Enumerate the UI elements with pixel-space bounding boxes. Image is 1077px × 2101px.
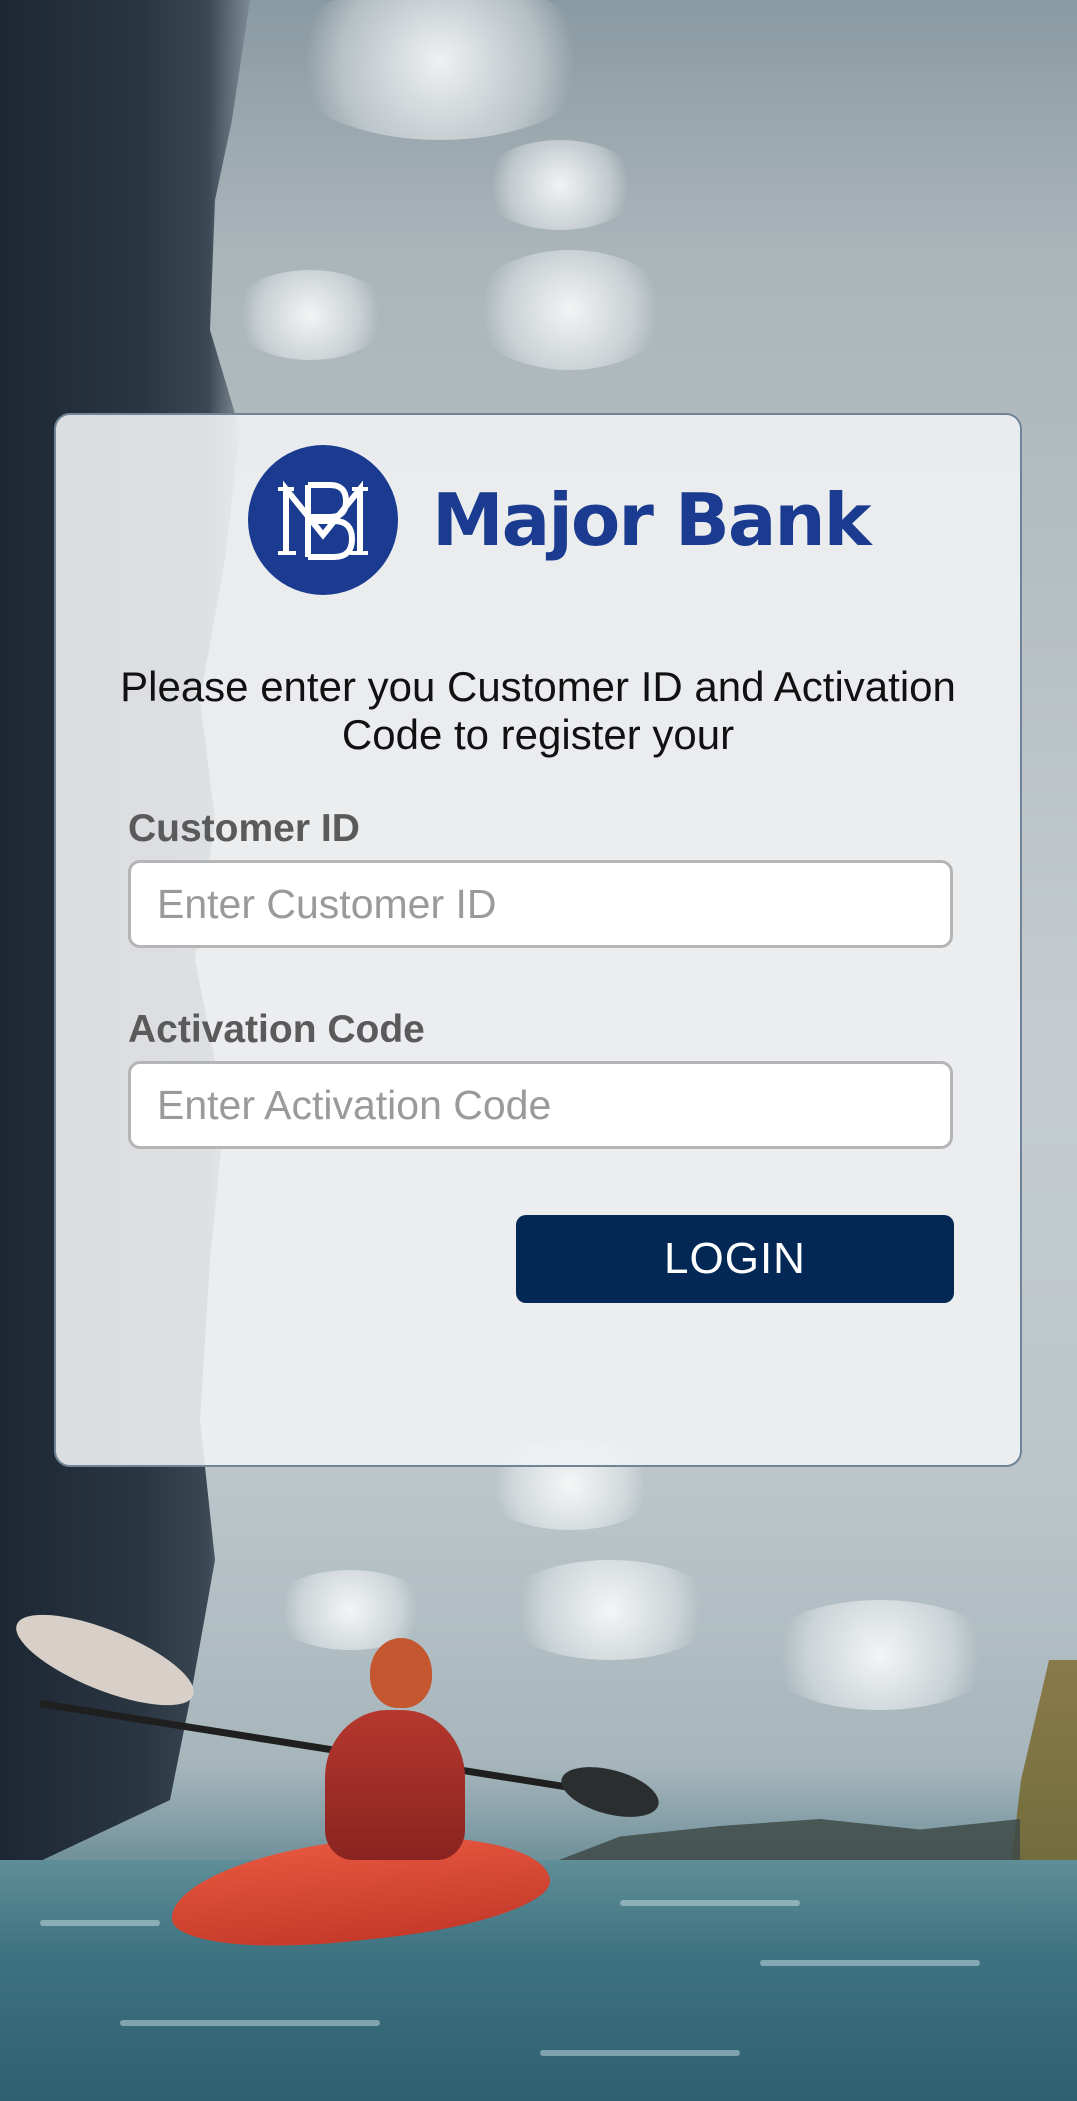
- brand-name: Major Bank: [432, 478, 872, 562]
- customer-id-label: Customer ID: [128, 807, 360, 850]
- logo-monogram-glyph: [278, 480, 368, 560]
- activation-code-input[interactable]: [128, 1061, 953, 1149]
- login-screen: Major Bank Please enter you Customer ID …: [0, 0, 1077, 2101]
- register-instructions: Please enter you Customer ID and Activat…: [120, 663, 956, 758]
- login-button[interactable]: LOGIN: [516, 1215, 954, 1303]
- mb-monogram-logo-icon: [248, 445, 398, 595]
- registration-card: Major Bank Please enter you Customer ID …: [54, 413, 1022, 1467]
- customer-id-input[interactable]: [128, 860, 953, 948]
- brand-header: Major Bank: [248, 445, 872, 595]
- activation-code-label: Activation Code: [128, 1008, 425, 1051]
